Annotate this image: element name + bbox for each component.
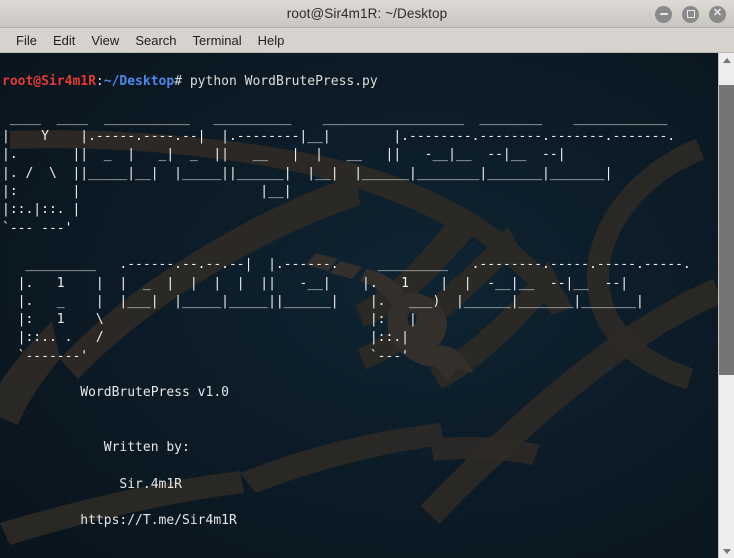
menu-item-view[interactable]: View [83, 31, 127, 50]
minimize-icon [659, 13, 668, 15]
window-controls: ✕ [655, 0, 726, 28]
close-button[interactable]: ✕ [709, 5, 726, 23]
menu-item-edit[interactable]: Edit [45, 31, 83, 50]
menu-item-terminal[interactable]: Terminal [185, 31, 250, 50]
info-line-author-link: https://T.me/Sir4m1R [2, 513, 237, 529]
menu-bar: File Edit View Search Terminal Help [0, 28, 734, 53]
shell-prompt-line: root@Sir4m1R:~/Desktop# python WordBrute… [2, 73, 718, 91]
terminal-body[interactable]: root@Sir4m1R:~/Desktop# python WordBrute… [0, 53, 734, 558]
menu-item-file[interactable]: File [8, 31, 45, 50]
ascii-banner-top: ____ ____ ___________ __________ _______… [2, 110, 676, 236]
maximize-button[interactable] [682, 5, 699, 23]
info-line-author: Sir.4m1R [2, 476, 183, 492]
title-bar[interactable]: root@Sir4m1R: ~/Desktop ✕ [0, 0, 734, 28]
prompt-symbol: # [174, 74, 190, 90]
scrollbar-track-bottom[interactable] [719, 375, 734, 544]
menu-item-search[interactable]: Search [127, 31, 184, 50]
scroll-down-arrow-icon[interactable] [719, 544, 734, 558]
terminal-output: root@Sir4m1R:~/Desktop# python WordBrute… [0, 53, 718, 558]
menu-item-help[interactable]: Help [250, 31, 293, 50]
window-title: root@Sir4m1R: ~/Desktop [286, 6, 448, 21]
scrollbar-thumb[interactable] [719, 85, 734, 375]
prompt-user-host: root@Sir4m1R [2, 74, 96, 90]
close-icon: ✕ [712, 7, 723, 19]
prompt-path: ~/Desktop [103, 74, 175, 90]
scroll-up-arrow-icon[interactable] [719, 53, 734, 67]
terminal-scrollbar[interactable] [718, 53, 734, 558]
terminal-window: root@Sir4m1R: ~/Desktop ✕ File Edit View… [0, 0, 734, 558]
info-line-title: WordBrutePress v1.0 [2, 385, 229, 401]
prompt-colon: : [95, 74, 104, 90]
minimize-button[interactable] [655, 5, 672, 23]
maximize-icon [686, 10, 695, 18]
scrollbar-track-top[interactable] [719, 67, 734, 85]
info-line-written-by: Written by: [2, 440, 190, 456]
ascii-banner-bottom: _________ .------.--.--.--| |.------. __… [17, 257, 691, 364]
prompt-command: python WordBrutePress.py [189, 74, 378, 90]
